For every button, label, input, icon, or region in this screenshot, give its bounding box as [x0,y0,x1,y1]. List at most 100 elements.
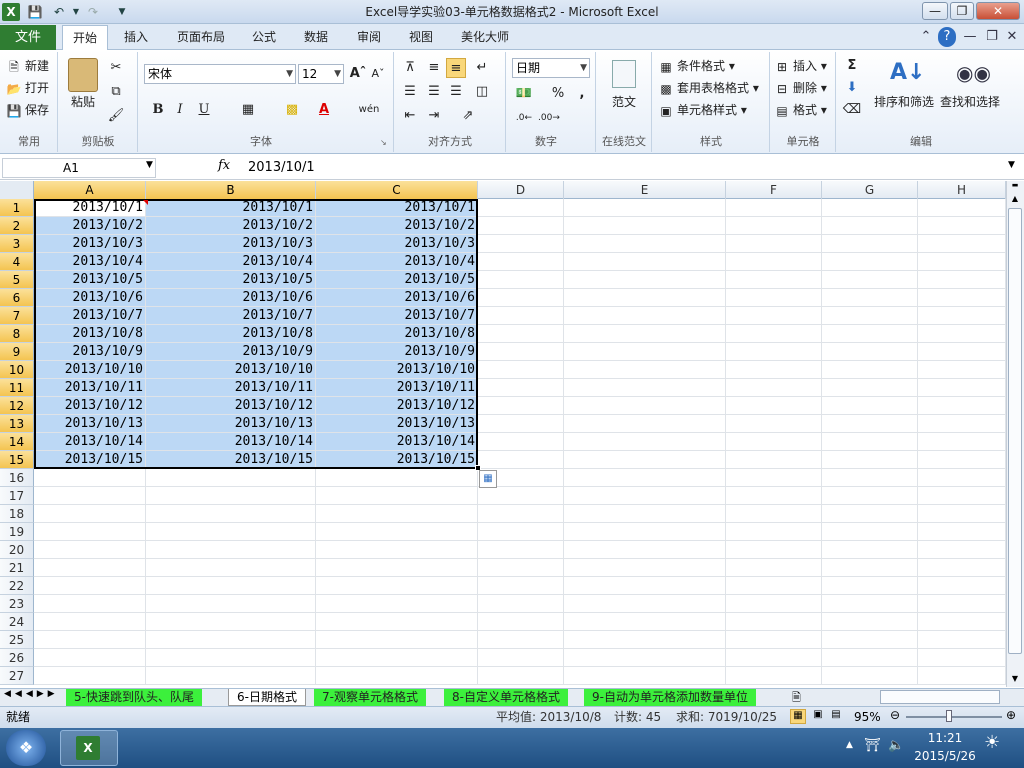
cell-d1[interactable] [478,199,564,217]
cell-a12[interactable]: 2013/10/12 [34,397,146,415]
currency-icon[interactable]: 💵 [514,84,534,104]
cell-h10[interactable] [918,361,1006,379]
formula-input[interactable]: 2013/10/1 [248,158,1000,178]
minimize-ribbon-icon[interactable]: ⌃ [918,27,934,47]
percent-button[interactable]: % [548,84,568,104]
cell-d26[interactable] [478,649,564,667]
cell-b5[interactable]: 2013/10/5 [146,271,316,289]
cell-h9[interactable] [918,343,1006,361]
cell-g18[interactable] [822,505,918,523]
tab-insert[interactable]: 插入 [114,25,158,50]
cell-h21[interactable] [918,559,1006,577]
cell-a7[interactable]: 2013/10/7 [34,307,146,325]
cell-b18[interactable] [146,505,316,523]
cell-e21[interactable] [564,559,726,577]
row-header-1[interactable]: 1 [0,199,34,217]
wrap-text-icon[interactable]: ↵ [472,58,492,78]
cell-a22[interactable] [34,577,146,595]
cell-g22[interactable] [822,577,918,595]
cell-c16[interactable] [316,469,478,487]
cell-a2[interactable]: 2013/10/2 [34,217,146,235]
tab-file[interactable]: 文件 [0,25,56,50]
cell-b27[interactable] [146,667,316,685]
zoom-out-icon[interactable]: ⊖ [890,708,900,722]
cell-b8[interactable]: 2013/10/8 [146,325,316,343]
cell-b25[interactable] [146,631,316,649]
cell-a23[interactable] [34,595,146,613]
row-header-14[interactable]: 14 [0,433,34,451]
cell-g5[interactable] [822,271,918,289]
sheet-nav-icon[interactable]: ◀◀◀▶▶ [4,689,59,699]
cell-d15[interactable] [478,451,564,469]
cell-g9[interactable] [822,343,918,361]
row-header-17[interactable]: 17 [0,487,34,505]
cell-b1[interactable]: 2013/10/1 [146,199,316,217]
cell-b16[interactable] [146,469,316,487]
cell-h3[interactable] [918,235,1006,253]
cell-g2[interactable] [822,217,918,235]
cell-e24[interactable] [564,613,726,631]
cell-h19[interactable] [918,523,1006,541]
sheet-tab-6[interactable]: 6-日期格式 [228,689,306,706]
cell-h18[interactable] [918,505,1006,523]
cell-g4[interactable] [822,253,918,271]
vertical-scroll-thumb[interactable] [1008,208,1022,654]
cell-c23[interactable] [316,595,478,613]
cell-f25[interactable] [726,631,822,649]
cell-d13[interactable] [478,415,564,433]
cell-c2[interactable]: 2013/10/2 [316,217,478,235]
cell-h27[interactable] [918,667,1006,685]
cell-b3[interactable]: 2013/10/3 [146,235,316,253]
cell-e13[interactable] [564,415,726,433]
cell-d5[interactable] [478,271,564,289]
cell-g1[interactable] [822,199,918,217]
cut-icon[interactable]: ✂ [106,58,126,78]
cell-e14[interactable] [564,433,726,451]
comma-style-button[interactable]: , [572,84,592,104]
help-icon[interactable]: ? [938,27,956,47]
sheet-tab-7[interactable]: 7-观察单元格格式 [314,689,426,706]
cell-c13[interactable]: 2013/10/13 [316,415,478,433]
cell-d8[interactable] [478,325,564,343]
cell-a20[interactable] [34,541,146,559]
cell-f10[interactable] [726,361,822,379]
cell-a21[interactable] [34,559,146,577]
cell-b17[interactable] [146,487,316,505]
cell-d10[interactable] [478,361,564,379]
cell-e25[interactable] [564,631,726,649]
row-header-22[interactable]: 22 [0,577,34,595]
show-hidden-icons-icon[interactable]: ▲ [846,740,853,750]
fill-down-icon[interactable]: ⬇ [842,78,862,98]
cell-h25[interactable] [918,631,1006,649]
cell-a18[interactable] [34,505,146,523]
sheet-tab-9[interactable]: 9-自动为单元格添加数量单位 [584,689,756,706]
cell-a19[interactable] [34,523,146,541]
tab-data[interactable]: 数据 [294,25,338,50]
cell-g13[interactable] [822,415,918,433]
cell-a15[interactable]: 2013/10/15 [34,451,146,469]
row-header-27[interactable]: 27 [0,667,34,685]
row-header-23[interactable]: 23 [0,595,34,613]
cell-g8[interactable] [822,325,918,343]
cell-e8[interactable] [564,325,726,343]
cell-g16[interactable] [822,469,918,487]
tab-formulas[interactable]: 公式 [242,25,286,50]
cell-a5[interactable]: 2013/10/5 [34,271,146,289]
italic-button[interactable]: I [170,100,190,120]
column-header-b[interactable]: B [146,181,316,199]
cell-b13[interactable]: 2013/10/13 [146,415,316,433]
cell-a13[interactable]: 2013/10/13 [34,415,146,433]
cell-g17[interactable] [822,487,918,505]
cell-g7[interactable] [822,307,918,325]
cell-h2[interactable] [918,217,1006,235]
cell-d23[interactable] [478,595,564,613]
bold-button[interactable]: B [148,100,168,120]
cell-d22[interactable] [478,577,564,595]
cell-c14[interactable]: 2013/10/14 [316,433,478,451]
row-header-24[interactable]: 24 [0,613,34,631]
cell-b24[interactable] [146,613,316,631]
cell-a1[interactable]: 2013/10/1 [34,199,146,217]
clock-date[interactable]: 2015/5/26 [910,749,980,763]
cell-g21[interactable] [822,559,918,577]
cell-f27[interactable] [726,667,822,685]
